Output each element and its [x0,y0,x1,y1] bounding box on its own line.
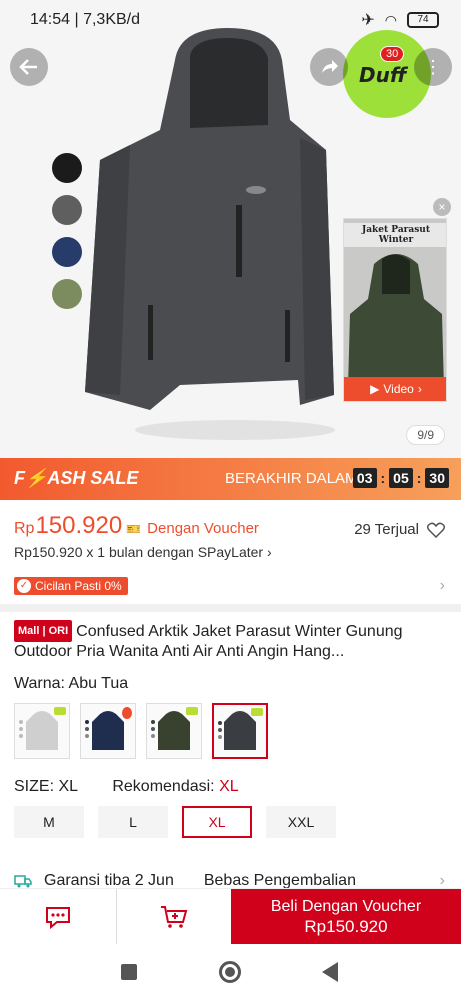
flash-sale-title: F⚡ASH SALE [14,468,139,488]
product-name-text: Confused Arktik Jaket Parasut Winter Gun… [14,623,403,660]
section-divider [0,604,461,612]
jacket-thumbnail [26,711,58,750]
more-vertical-icon: ⋮ [424,57,442,77]
swatch-olive[interactable] [52,279,82,309]
share-icon [322,60,338,73]
swatch-navy[interactable] [52,237,82,267]
variant-option[interactable] [14,703,70,759]
back-button[interactable] [10,48,48,86]
cicilan-badge[interactable]: ✓ Cicilan Pasti 0% [14,577,128,595]
truck-icon [14,875,32,888]
timer-minutes: 05 [389,468,413,488]
sold-label: 29 Terjual [354,521,419,538]
bottom-action-bar: Beli Dengan Voucher Rp150.920 [0,888,461,945]
video-title: Jaket Parasut Winter [344,223,446,247]
chevron-right-icon[interactable]: › [440,577,445,595]
image-pager: 9/9 [406,425,445,445]
size-option-xl[interactable]: XL [182,806,252,838]
wifi-icon: ◠ [384,11,397,28]
variant-label: Warna: Abu Tua [14,675,129,692]
price-amount: 150.920 [35,512,123,539]
voucher-label[interactable]: Dengan Voucher [147,520,259,537]
chevron-right-icon: › [417,382,422,396]
jacket-thumbnail [224,711,256,750]
cart-count-badge: 30 [380,46,405,62]
variant-option[interactable] [146,703,202,759]
buy-with-voucher-button[interactable]: Beli Dengan Voucher Rp150.920 [231,889,461,945]
buy-price: Rp150.920 [304,917,388,936]
swatch-grey[interactable] [52,195,82,225]
recent-apps-button[interactable] [121,964,137,980]
price-currency: Rp [14,520,35,537]
flash-sale-banner[interactable]: F⚡ASH SALE BERAKHIR DALAM 03 : 05 : 30 [0,458,461,500]
system-back-button[interactable] [322,962,338,982]
cicilan-label: Cicilan Pasti 0% [35,579,122,593]
variant-option-selected[interactable] [212,703,268,759]
jacket-thumbnail [158,711,190,750]
cart-logo: Duff [359,63,407,87]
share-button[interactable] [310,48,348,86]
voucher-icon: 🎫 [126,522,142,536]
chevron-right-icon: › [266,544,272,560]
chat-button[interactable] [0,889,115,945]
more-menu-button[interactable]: ⋮ [414,48,452,86]
timer-seconds: 30 [425,468,449,488]
add-to-cart-button[interactable] [116,889,231,945]
home-button[interactable] [219,961,241,983]
airplane-icon: ✈ [361,12,375,29]
video-button-label: Video [383,382,414,396]
size-label: SIZE: XL [14,778,78,795]
product-title: Mall | ORI Confused Arktik Jaket Parasut … [14,620,450,662]
sold-count: 29 Terjual [354,521,445,538]
jacket-thumbnail [92,711,124,750]
check-icon: ✓ [17,579,31,593]
size-option-m[interactable]: M [14,806,84,838]
size-recommend-value: XL [219,778,239,795]
chat-icon [45,907,70,930]
variant-option[interactable] [80,703,136,759]
size-label-line: SIZE: XL Rekomendasi: XL [14,778,239,796]
battery-icon: 74 [407,12,439,28]
system-nav-bar [0,944,461,1000]
mall-ori-badge: Mall | ORI [14,620,73,642]
swatch-black[interactable] [52,153,82,183]
size-options: M L XL XXL [14,806,336,838]
timer-hours: 03 [352,468,377,488]
video-close-button[interactable]: × [433,198,451,216]
heart-icon[interactable] [427,522,445,538]
status-time: 14:54 | 7,3KB/d [30,11,141,28]
size-option-xxl[interactable]: XXL [266,806,336,838]
buy-label: Beli Dengan Voucher [270,898,422,915]
size-recommend-label: Rekomendasi: [112,778,215,795]
play-icon: ▶ [370,382,380,396]
add-to-cart-icon [161,906,188,928]
size-option-l[interactable]: L [98,806,168,838]
flash-sale-timer: 03 : 05 : 30 [352,468,449,488]
video-button[interactable]: ▶ Video › [344,377,446,401]
arrow-left-icon [19,59,37,75]
price-row: Rp 150.920 🎫 Dengan Voucher [14,512,259,540]
installment-info[interactable]: Rp150.920 x 1 bulan dengan SPayLater › [14,544,272,560]
video-preview-card[interactable]: Jaket Parasut Winter ▶ Video › [343,218,447,402]
variant-options [14,703,268,759]
flash-sale-ends-label: BERAKHIR DALAM [225,470,358,487]
status-bar: 14:54 | 7,3KB/d ✈ ◠ 74 [0,0,461,40]
installment-text: Rp150.920 x 1 bulan dengan SPayLater [14,544,264,560]
